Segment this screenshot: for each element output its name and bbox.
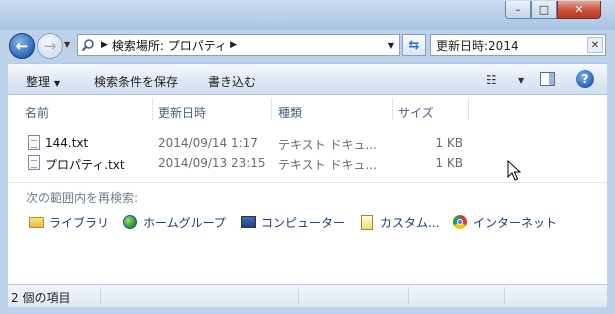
file-size: 1 KB	[435, 156, 463, 170]
internet-icon	[452, 214, 468, 230]
location-label: ホームグループ	[143, 215, 226, 230]
divider	[8, 182, 607, 183]
command-bar: 整理 ▼ 検索条件を保存 書き込む ☷ ▼ ?	[8, 63, 607, 95]
item-count: 2 個の項目	[11, 291, 71, 305]
file-modified: 2014/09/13 23:15	[158, 156, 266, 170]
search-again-libraries[interactable]: ライブラリ	[28, 213, 109, 231]
view-options-icon[interactable]: ☷	[486, 73, 497, 87]
status-divider	[298, 287, 299, 305]
organize-button[interactable]: 整理 ▼	[26, 73, 60, 90]
breadcrumb-current[interactable]: 検索場所: プロパティ	[112, 37, 227, 54]
file-list-pane: 名前 更新日時 種類 サイズ 144.txt 2014/09/14 1:17 テ…	[8, 95, 607, 284]
text-file-icon	[28, 155, 40, 170]
custom-icon	[359, 214, 375, 230]
homegroup-icon	[122, 214, 138, 230]
search-input[interactable]: 更新日時:2014	[436, 37, 519, 54]
address-bar[interactable]: ▶ 検索場所: プロパティ ▶ ▼	[77, 34, 400, 56]
file-row[interactable]: 144.txt 2014/09/14 1:17 テキスト ドキュ... 1 KB	[8, 133, 607, 153]
breadcrumb-separator[interactable]: ▶	[101, 40, 108, 50]
recent-pages-dropdown[interactable]: ▼	[64, 40, 70, 49]
refresh-button[interactable]: ⇆	[402, 34, 426, 56]
column-divider[interactable]	[468, 98, 469, 120]
search-again-homegroup[interactable]: ホームグループ	[122, 213, 226, 231]
address-dropdown-icon[interactable]: ▼	[383, 35, 399, 55]
search-again-computer[interactable]: コンピューター	[240, 213, 345, 231]
search-box[interactable]: 更新日時:2014 ✕	[430, 34, 606, 56]
column-divider[interactable]	[392, 98, 393, 120]
window-title: 検索場所: プロパティ	[257, 9, 363, 22]
back-button[interactable]: ←	[9, 33, 35, 59]
chevron-down-icon: ▼	[54, 79, 61, 88]
file-size: 1 KB	[435, 136, 463, 150]
library-icon	[28, 214, 44, 230]
file-modified: 2014/09/14 1:17	[158, 136, 258, 150]
computer-icon	[240, 214, 256, 230]
file-name: プロパティ.txt	[45, 158, 125, 172]
column-header-size[interactable]: サイズ	[398, 104, 434, 121]
column-divider[interactable]	[152, 98, 153, 120]
column-header-name[interactable]: 名前	[25, 104, 49, 121]
location-label: コンピューター	[261, 215, 346, 230]
minimize-button[interactable]: –	[505, 1, 531, 19]
clear-search-icon[interactable]: ✕	[587, 37, 603, 53]
caption-buttons: – □ ✕	[505, 1, 601, 20]
maximize-button[interactable]: □	[531, 1, 557, 19]
file-name: 144.txt	[45, 136, 89, 150]
status-divider	[100, 287, 101, 305]
search-again-internet[interactable]: インターネット	[452, 213, 557, 231]
help-icon[interactable]: ?	[576, 70, 594, 88]
close-button[interactable]: ✕	[557, 1, 601, 19]
mouse-cursor-icon	[507, 160, 521, 181]
breadcrumb-separator-end[interactable]: ▶	[230, 40, 237, 50]
burn-button[interactable]: 書き込む	[208, 73, 256, 90]
view-dropdown-icon[interactable]: ▼	[518, 76, 524, 85]
column-header-type[interactable]: 種類	[278, 104, 302, 121]
location-label: インターネット	[473, 215, 558, 230]
status-divider	[408, 287, 409, 305]
file-type: テキスト ドキュ...	[278, 158, 377, 172]
preview-pane-icon[interactable]	[540, 72, 555, 86]
status-bar: 2 個の項目	[8, 284, 607, 307]
forward-button[interactable]: →	[37, 33, 63, 59]
file-type: テキスト ドキュ...	[278, 138, 377, 152]
search-again-label: 次の範囲内を再検索:	[26, 191, 139, 205]
search-folder-icon	[78, 35, 98, 55]
title-bar: 検索場所: プロパティ – □ ✕	[0, 0, 615, 30]
search-again-custom[interactable]: カスタム...	[359, 213, 439, 231]
text-file-icon	[28, 135, 40, 150]
location-label: ライブラリ	[49, 215, 110, 230]
organize-label: 整理	[26, 75, 51, 89]
save-search-button[interactable]: 検索条件を保存	[94, 73, 178, 90]
location-label: カスタム...	[380, 215, 440, 230]
column-divider[interactable]	[271, 98, 272, 120]
column-header-modified[interactable]: 更新日時	[158, 104, 206, 121]
status-divider	[504, 287, 505, 305]
